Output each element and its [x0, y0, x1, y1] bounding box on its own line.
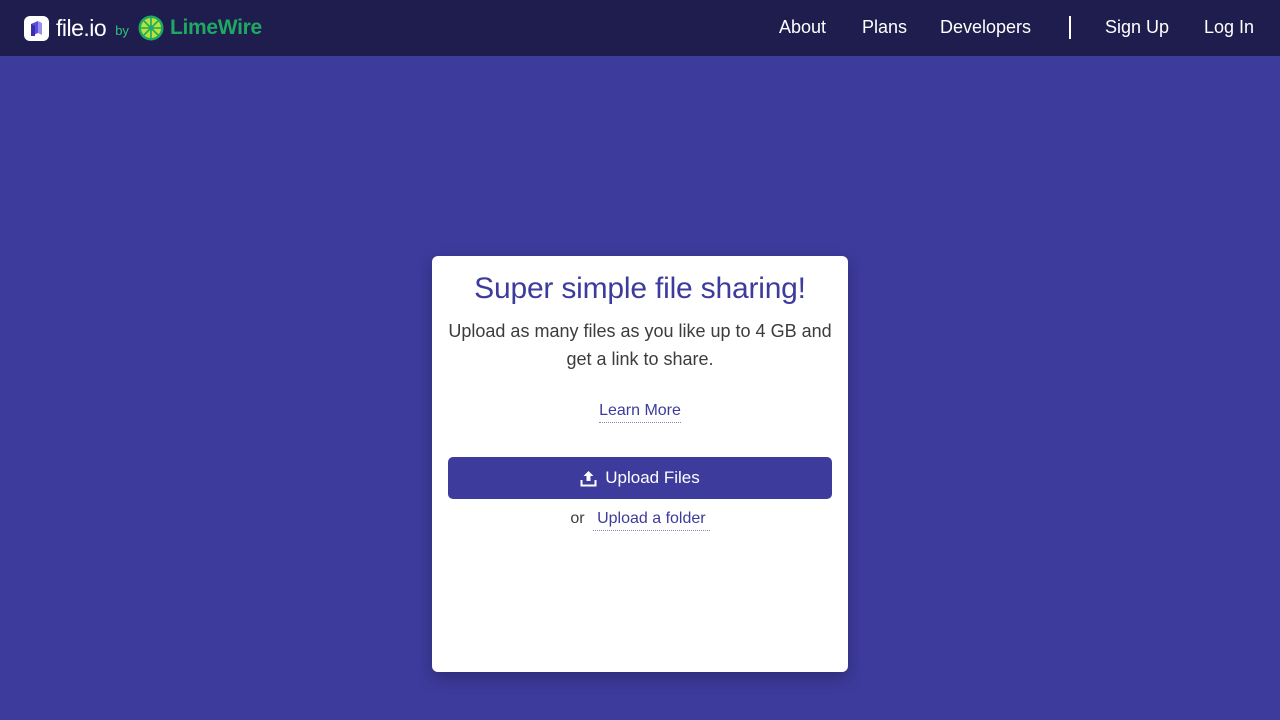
nav-divider: [1069, 16, 1071, 39]
nav-developers-link[interactable]: Developers: [940, 17, 1031, 38]
upload-folder-link[interactable]: Upload a folder: [593, 510, 710, 531]
card-title: Super simple file sharing!: [474, 272, 806, 305]
nav-about-link[interactable]: About: [779, 17, 826, 38]
card-description: Upload as many files as you like up to 4…: [448, 321, 832, 369]
upload-files-button[interactable]: Upload Files: [448, 457, 832, 499]
nav-plans-link[interactable]: Plans: [862, 17, 907, 38]
sign-up-link[interactable]: Sign Up: [1105, 17, 1169, 38]
upload-icon: [580, 470, 597, 486]
or-text: or: [570, 510, 585, 527]
upload-files-label: Upload Files: [605, 468, 700, 487]
main-nav: About Plans Developers Sign Up Log In: [0, 0, 1280, 56]
upload-folder-row: or Upload a folder: [432, 510, 848, 531]
learn-more-row: Learn More: [432, 402, 848, 423]
top-navigation-bar: file.io by LimeWire About Plans Develope…: [0, 0, 1280, 56]
log-in-link[interactable]: Log In: [1204, 17, 1254, 38]
learn-more-link[interactable]: Learn More: [599, 402, 681, 423]
upload-card: Super simple file sharing! Upload as man…: [432, 256, 848, 672]
